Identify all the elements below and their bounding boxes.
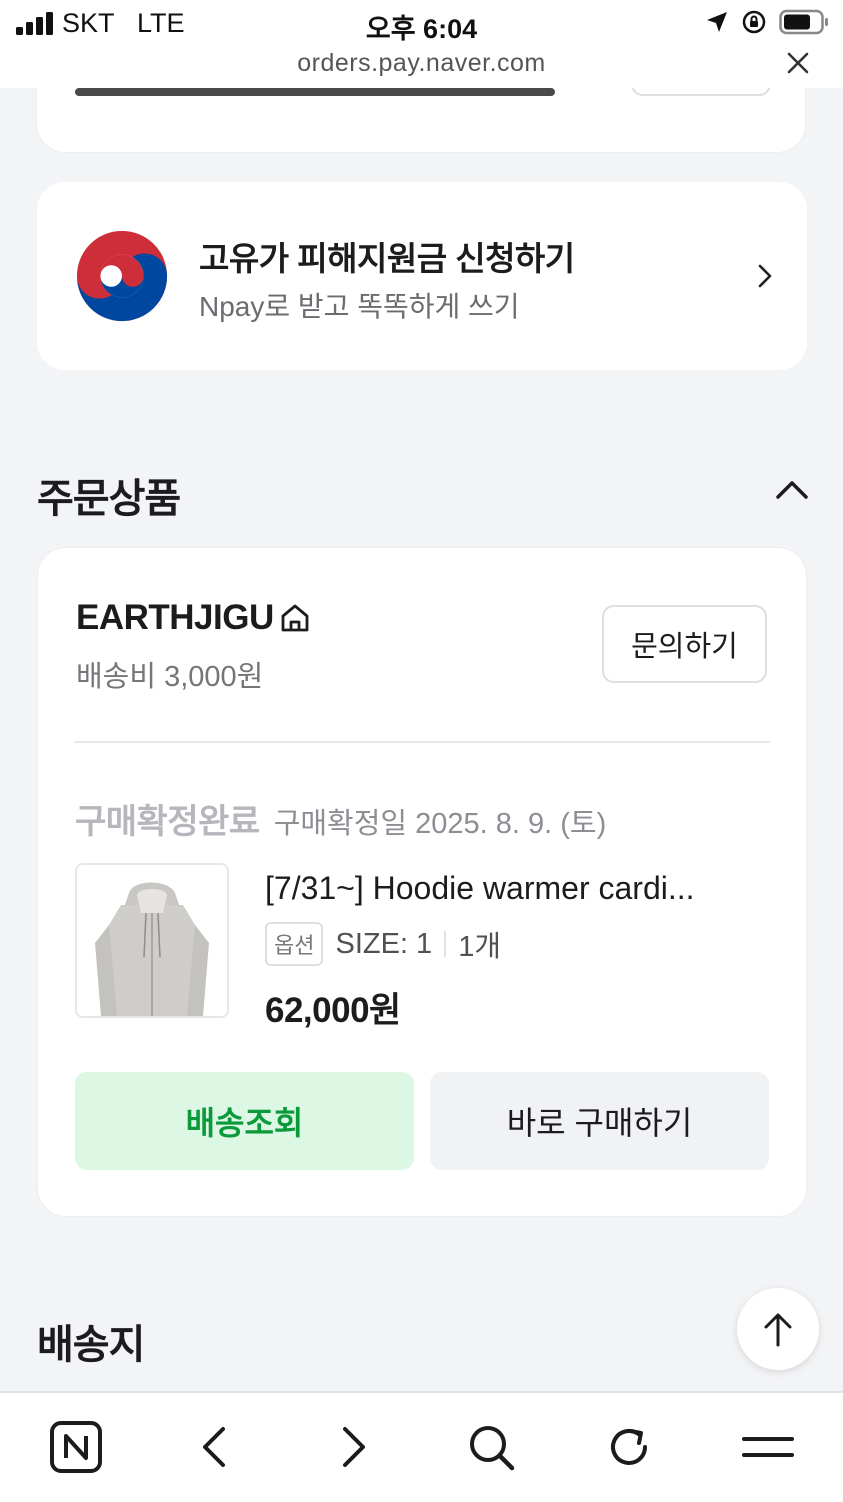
option-badge: 옵션 [265,922,324,966]
section-title-orders: 주문상품 [37,477,181,521]
back-icon [203,1427,225,1467]
option-value: SIZE: 1 [335,927,433,960]
clipped-order-number [75,88,555,96]
chevron-up-icon[interactable] [774,476,810,502]
scroll-to-top-button[interactable] [737,1288,819,1370]
track-delivery-button[interactable]: 배송조회 [75,1072,414,1170]
status-bar: SKT LTE 오후 6:04 orders.pay.naver.com [0,0,843,88]
store-name-label: EARTHJIGU [76,598,274,637]
support-title: 고유가 피해지원금 신청하기 [199,240,575,277]
product-options: 옵션 SIZE: 1 1개 [265,922,501,966]
store-name[interactable]: EARTHJIGU [76,598,312,638]
search-button[interactable] [463,1419,519,1475]
close-icon[interactable] [783,48,813,78]
buy-again-button[interactable]: 바로 구매하기 [430,1072,769,1170]
hoodie-image [77,865,227,1016]
inquiry-button[interactable]: 문의하기 [602,605,767,683]
quantity: 1개 [458,931,501,963]
chevron-right-icon [758,264,772,288]
arrow-up-icon [764,1313,792,1347]
naver-n-icon [50,1421,102,1473]
purchase-confirm-date: 구매확정일 2025. 8. 9. (토) [273,808,607,840]
menu-button[interactable] [740,1419,796,1475]
naver-home-button[interactable] [48,1419,104,1475]
reload-icon [611,1429,647,1465]
section-title-address: 배송지 [37,1323,145,1367]
menu-icon [742,1437,794,1457]
location-arrow-icon [707,12,727,32]
browser-toolbar [0,1391,843,1502]
address-bar-url[interactable]: orders.pay.naver.com [0,49,843,78]
forward-icon [343,1427,365,1467]
option-separator [444,931,447,957]
reload-button[interactable] [601,1419,657,1475]
order-status-label: 구매확정완료 [75,803,260,841]
order-status: 구매확정완료 구매확정일 2025. 8. 9. (토) [75,794,606,843]
back-button[interactable] [186,1419,242,1475]
divider [74,741,770,743]
store-home-icon [281,604,309,632]
order-product-card: EARTHJIGU 배송비 3,000원 문의하기 구매확정완료 구매확정일 2… [38,548,806,1216]
product-price: 62,000원 [265,991,401,1030]
battery-icon [779,9,828,35]
search-icon [470,1426,515,1471]
product-thumbnail[interactable] [75,863,229,1018]
support-subtitle: Npay로 받고 똑똑하게 쓰기 [199,291,520,322]
support-fund-banner[interactable]: 고유가 피해지원금 신청하기 Npay로 받고 똑똑하게 쓰기 [37,182,807,370]
shipping-fee: 배송비 3,000원 [76,661,264,693]
forward-button[interactable] [326,1419,382,1475]
product-name[interactable]: [7/31~] Hoodie warmer cardi... [265,870,765,907]
rotation-lock-icon [742,10,766,34]
korea-government-logo [73,227,171,325]
